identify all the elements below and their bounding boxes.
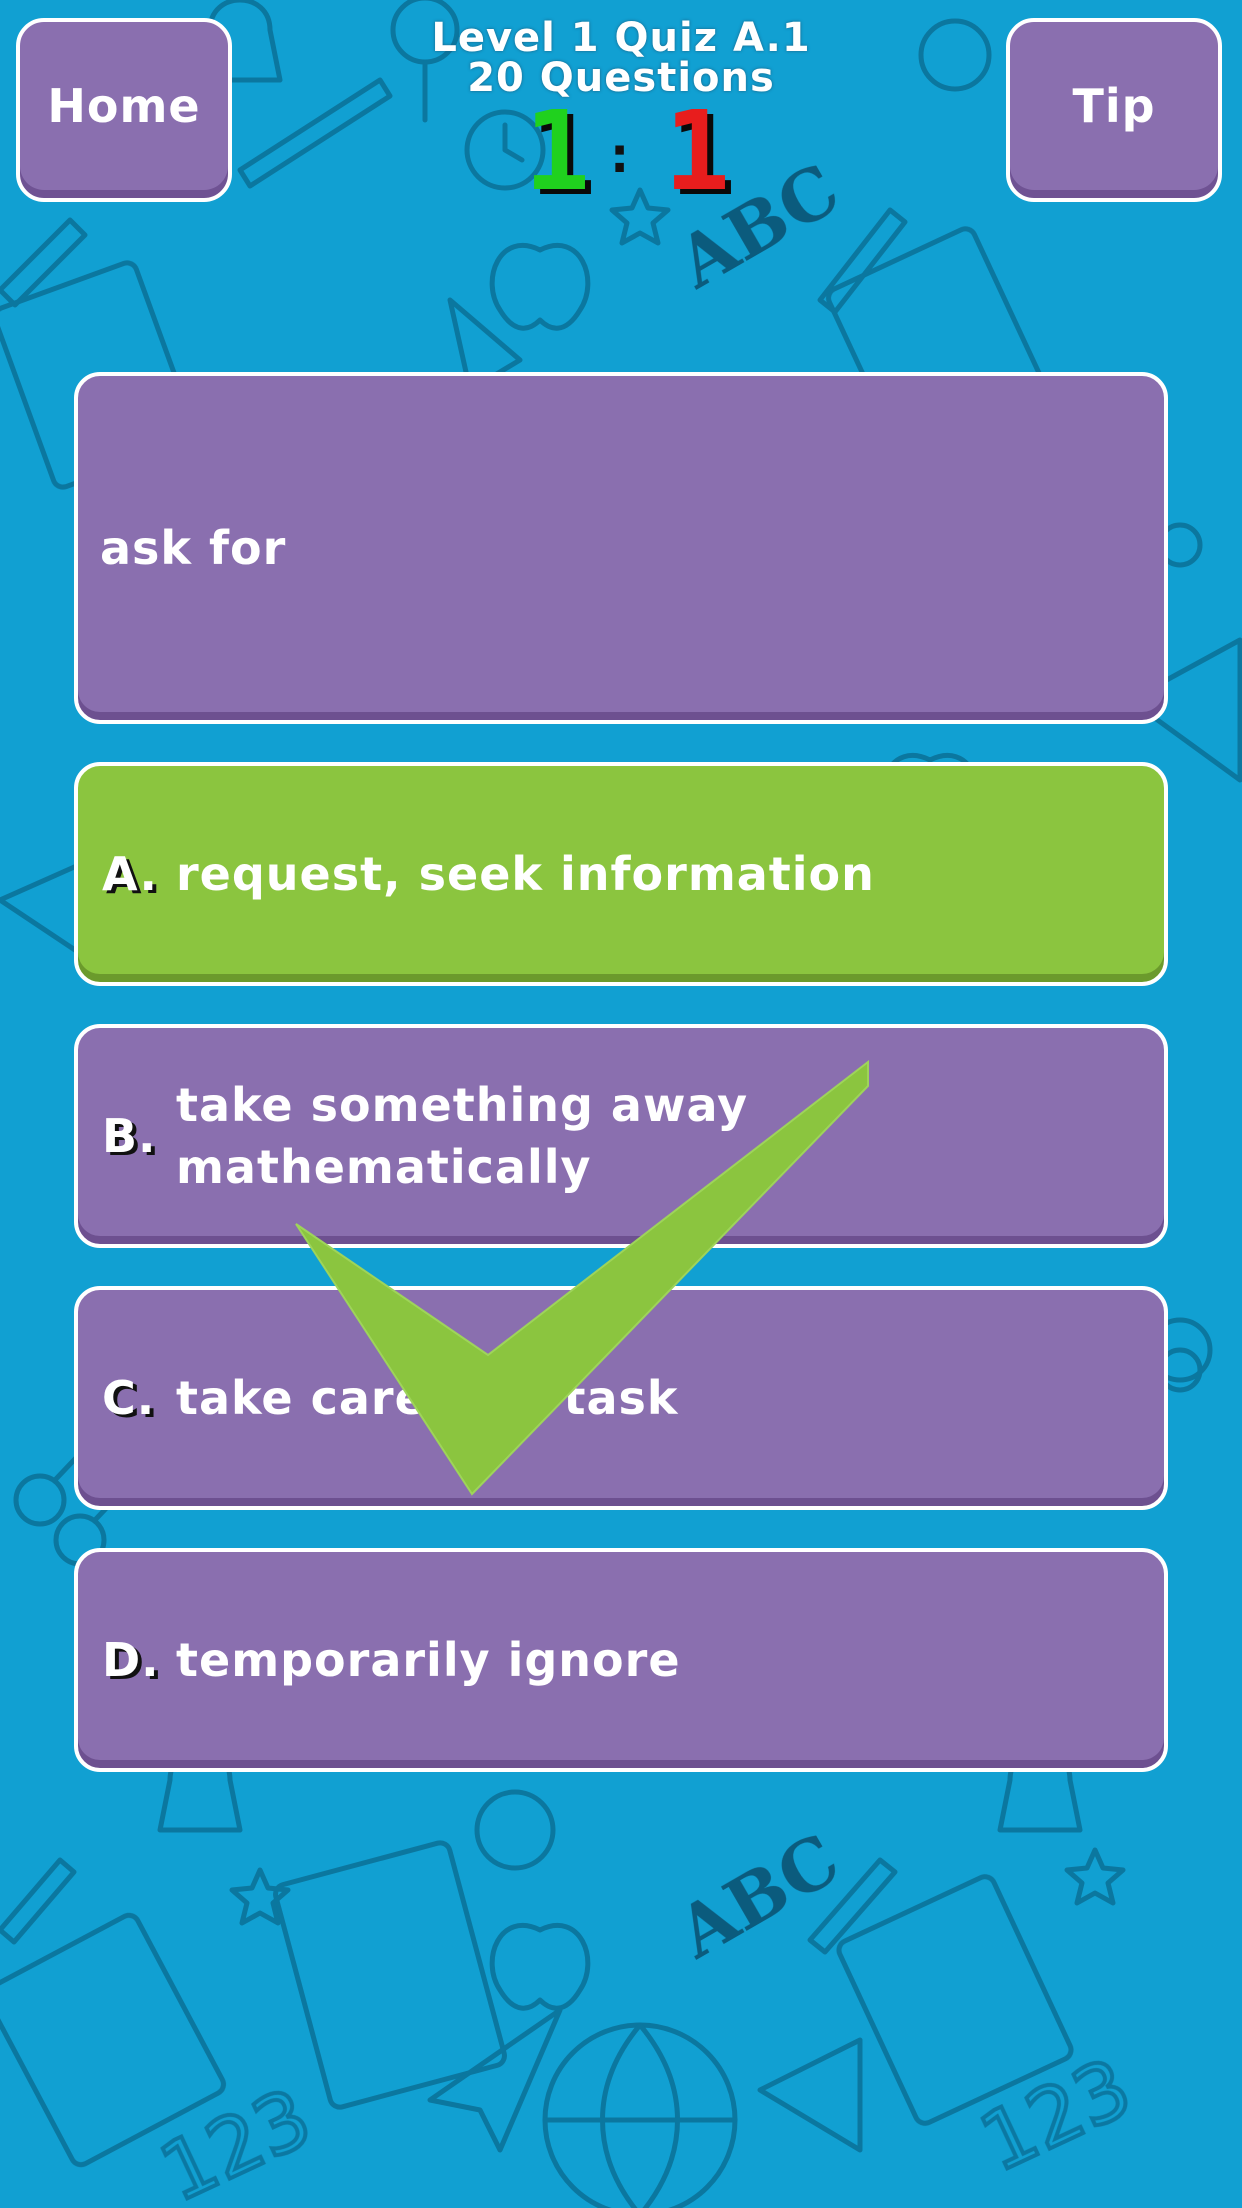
question-card: ask for bbox=[74, 372, 1168, 724]
answer-option-c[interactable]: C. take care of a task bbox=[74, 1286, 1168, 1510]
answer-option-a[interactable]: A. request, seek information bbox=[74, 762, 1168, 986]
option-text: request, seek information bbox=[176, 847, 875, 901]
home-button[interactable]: Home bbox=[16, 18, 232, 202]
correct-score: 1 bbox=[524, 87, 591, 215]
question-text: ask for bbox=[100, 521, 287, 575]
option-text: temporarily ignore bbox=[176, 1633, 681, 1687]
score-separator: : bbox=[610, 128, 630, 184]
option-letter: C. bbox=[102, 1371, 156, 1425]
option-text: take care of a task bbox=[176, 1371, 679, 1425]
question-count: 20 Questions bbox=[467, 55, 775, 101]
svg-text:123: 123 bbox=[967, 2041, 1145, 2190]
option-letter: D. bbox=[102, 1633, 160, 1687]
option-letter: B. bbox=[102, 1109, 157, 1163]
answer-option-b[interactable]: B. take something away mathematically bbox=[74, 1024, 1168, 1248]
option-text: take something away mathematically bbox=[176, 1078, 749, 1194]
quiz-title: Level 1 Quiz A.1 bbox=[431, 15, 811, 61]
answer-option-d[interactable]: D. temporarily ignore bbox=[74, 1548, 1168, 1772]
svg-text:123: 123 bbox=[147, 2071, 325, 2208]
option-letter: A. bbox=[102, 847, 158, 901]
wrong-score: 1 bbox=[664, 87, 731, 215]
tip-button[interactable]: Tip bbox=[1006, 18, 1222, 202]
